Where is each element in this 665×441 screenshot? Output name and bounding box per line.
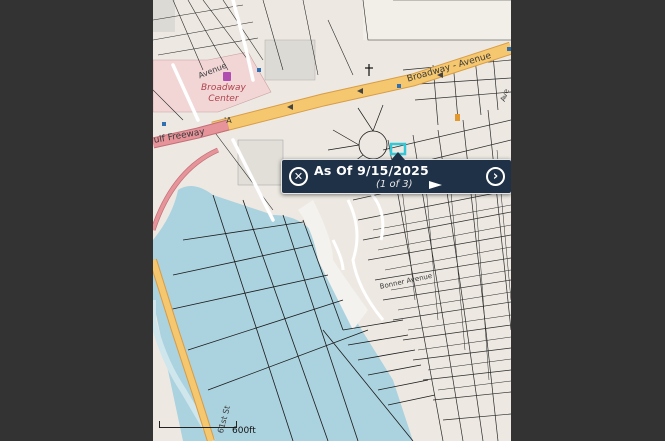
popup-title: As Of 9/15/2025	[314, 163, 429, 178]
scale-label: 600ft	[232, 426, 256, 436]
chevron-right-icon[interactable]: ›	[486, 167, 505, 186]
map-viewport[interactable]: Broadway Center Broadway - Avenue ulf Fr…	[153, 0, 511, 441]
route-shield-label: 'A	[224, 116, 232, 125]
info-popup: ✕ As Of 9/15/2025 (1 of 3) ›	[281, 152, 511, 194]
scale-bar	[159, 421, 237, 428]
popup-count: (1 of 3)	[376, 179, 413, 190]
play-icon[interactable]	[429, 181, 442, 189]
popup-pointer	[391, 152, 405, 160]
close-icon[interactable]: ✕	[289, 167, 308, 186]
broadway-center-label: Broadway Center	[201, 83, 246, 104]
